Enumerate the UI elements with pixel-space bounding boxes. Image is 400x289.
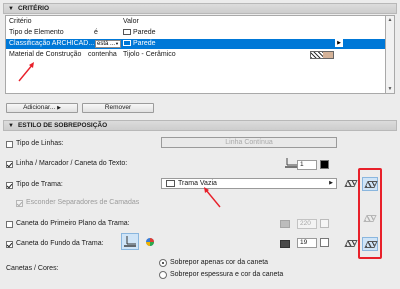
override-style-section-header[interactable]: ▼ ESTILO DE SOBREPOSIÇÃO [3, 120, 397, 131]
background-pen-checkbox[interactable] [6, 241, 13, 248]
empty-fill-icon [166, 179, 175, 187]
foreground-pen-color-swatch[interactable] [320, 219, 329, 228]
material-swatch [310, 51, 334, 59]
chevron-right-icon: ▶ [57, 105, 61, 111]
pen-sample-icon [280, 240, 290, 248]
criteria-scrollbar[interactable]: ▲ ▼ [386, 15, 395, 94]
background-pen-label: Caneta do Fundo da Trama: [16, 240, 104, 247]
override-pen-weight-color-label: Sobrepor espessura e cor da caneta [170, 271, 284, 278]
fill-type-dropdown[interactable]: Trama Vazia ▶ [161, 178, 337, 189]
criteria-section-header[interactable]: ▼ CRITÉRIO [3, 3, 397, 14]
chevron-down-icon: ▼ [115, 41, 119, 46]
line-type-checkbox[interactable] [6, 141, 13, 148]
override-pen-color-only-label: Sobrepor apenas cor da caneta [170, 259, 269, 266]
background-pen-color-swatch[interactable] [320, 238, 329, 247]
operator-cell[interactable]: contenha [88, 50, 117, 60]
override-pen-weight-color-radio[interactable] [159, 271, 167, 279]
criterion-cell: Tipo de Elemento [9, 29, 64, 36]
fill-type-checkbox[interactable] [6, 182, 13, 189]
annotation-highlight-box [358, 168, 382, 259]
annotation-arrow-icon [204, 187, 221, 208]
line-pen-color-swatch[interactable] [320, 160, 329, 169]
collapse-triangle-icon: ▼ [8, 6, 14, 12]
line-marker-pen-label: Linha / Marcador / Caneta do Texto: [16, 160, 128, 167]
fill-hatch-option[interactable] [343, 177, 359, 191]
table-row[interactable]: Tipo de Elemento é Parede [6, 28, 385, 38]
foreground-pen-label: Caneta do Primeiro Plano da Trama: [16, 220, 130, 227]
pen-weight-icon [124, 236, 136, 247]
scroll-down-icon[interactable]: ▼ [387, 86, 393, 92]
criteria-table: Critério Valor Tipo de Elemento é Parede… [5, 15, 386, 94]
add-button[interactable]: Adicionar... ▶ [6, 103, 78, 113]
background-pen-number-field[interactable]: 19 [297, 238, 317, 248]
remove-button[interactable]: Remover [82, 103, 154, 113]
line-pen-number-field[interactable]: 1 [297, 160, 317, 170]
pens-colors-label: Canetas / Cores: [6, 265, 59, 272]
line-type-dropdown[interactable]: Linha Contínua [161, 137, 337, 148]
wall-element-icon [123, 29, 131, 36]
operator-cell[interactable]: é [94, 28, 98, 38]
hatch-icon [344, 180, 358, 187]
value-cell[interactable]: Tijolo - Cerâmico [123, 50, 176, 60]
criterion-cell: Material de Construção [9, 51, 82, 58]
foreground-pen-number-field[interactable]: 220 [297, 219, 317, 229]
background-hatch-option[interactable] [343, 237, 359, 251]
annotation-arrow-icon [18, 62, 34, 82]
table-row[interactable]: Material de Construção contenha Tijolo -… [6, 50, 385, 60]
chevron-right-icon: ▶ [329, 180, 333, 186]
color-wheel-icon[interactable] [145, 237, 155, 247]
pen-weight-toggle[interactable] [121, 233, 139, 250]
column-header-value: Valor [123, 18, 139, 25]
hide-layer-separators-label: Esconder Separadores de Camadas [26, 199, 140, 206]
collapse-triangle-icon: ▼ [8, 123, 14, 129]
hatch-icon [344, 240, 358, 247]
criterion-cell: Classificação ARCHICAD... [9, 40, 95, 47]
line-marker-pen-checkbox[interactable] [6, 161, 13, 168]
value-cell[interactable]: Parede [123, 39, 156, 49]
value-cell[interactable]: Parede [123, 28, 156, 38]
override-pen-color-only-radio[interactable] [159, 259, 167, 267]
pen-weight-icon [285, 158, 297, 168]
pen-sample-icon [280, 220, 290, 228]
hide-layer-separators-checkbox[interactable] [16, 200, 23, 207]
line-type-label: Tipo de Linhas: [16, 140, 64, 147]
fill-type-label: Tipo de Trama: [16, 181, 63, 188]
column-header-criterion: Critério [9, 18, 32, 25]
table-header-row: Critério Valor [6, 17, 385, 27]
foreground-pen-checkbox[interactable] [6, 221, 13, 228]
value-dropdown-arrow-icon[interactable]: ▶ [335, 39, 343, 47]
operator-dropdown[interactable]: está ... ▼ [95, 40, 121, 48]
wall-element-icon [123, 40, 131, 47]
table-row-selected[interactable]: Classificação ARCHICAD... está ... ▼ Pare… [6, 39, 385, 49]
scroll-up-icon[interactable]: ▲ [387, 17, 393, 23]
